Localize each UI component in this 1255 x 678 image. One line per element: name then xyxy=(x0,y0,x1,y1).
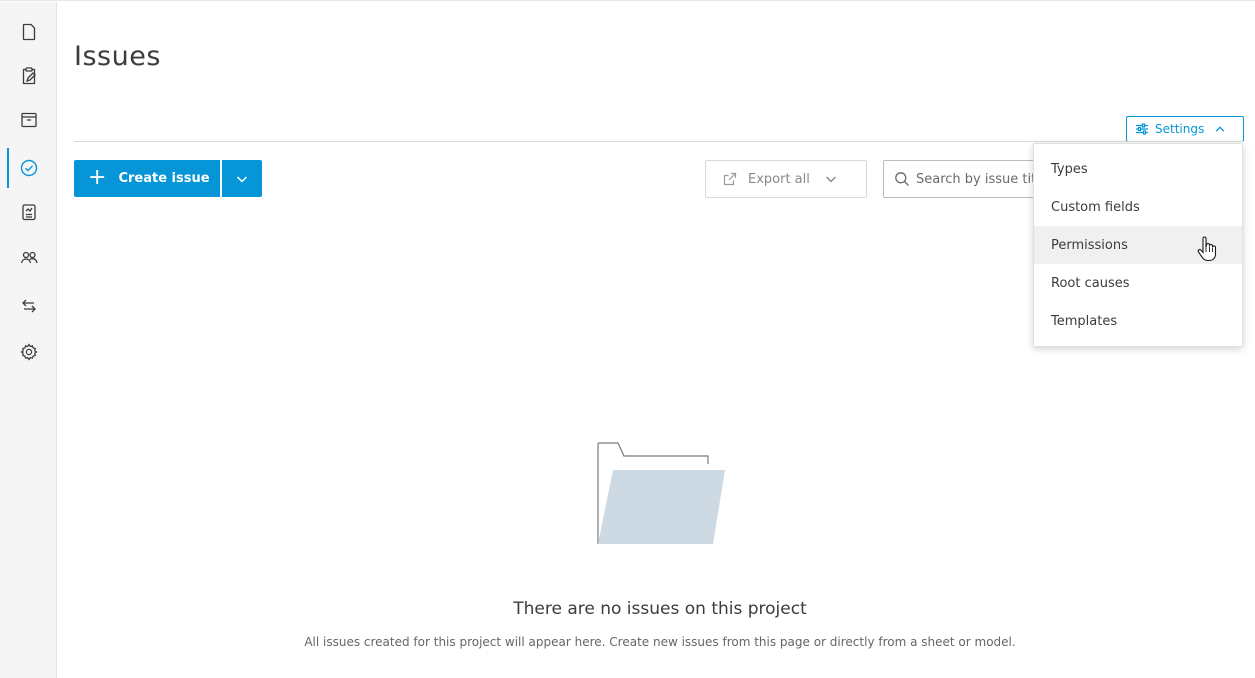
sidebar-item-members[interactable] xyxy=(0,238,57,278)
empty-state-description: All issues created for this project will… xyxy=(304,635,1016,649)
chevron-up-icon xyxy=(1215,126,1225,132)
menu-item-types[interactable]: Types xyxy=(1034,150,1242,188)
sidebar-item-archive[interactable] xyxy=(0,100,57,140)
empty-folder-icon xyxy=(597,442,725,544)
plus-icon: + xyxy=(88,164,107,190)
app-frame: Issues Settings + Create issue Export al… xyxy=(0,0,1255,678)
settings-button[interactable]: Settings xyxy=(1126,116,1244,142)
create-issue-dropdown-button[interactable] xyxy=(222,160,262,197)
archive-box-icon xyxy=(20,112,37,128)
search-box xyxy=(883,160,1053,198)
search-icon xyxy=(895,172,909,186)
clipboard-edit-icon xyxy=(22,67,36,85)
menu-item-root-causes[interactable]: Root causes xyxy=(1034,264,1242,302)
hand-cursor-icon xyxy=(1197,236,1217,262)
report-icon xyxy=(21,204,36,221)
sliders-icon xyxy=(1136,123,1148,135)
settings-label: Settings xyxy=(1155,122,1205,136)
chevron-down-icon xyxy=(825,176,836,183)
header-divider xyxy=(74,141,1244,142)
export-all-button[interactable]: Export all xyxy=(705,160,867,198)
export-icon xyxy=(723,172,737,186)
sidebar-item-files[interactable] xyxy=(0,12,57,52)
check-circle-icon xyxy=(20,159,37,177)
empty-state-title: There are no issues on this project xyxy=(513,599,807,619)
file-icon xyxy=(22,23,35,41)
sidebar-item-transfer[interactable] xyxy=(0,286,57,326)
sidebar-item-issues[interactable] xyxy=(0,148,57,188)
page-title: Issues xyxy=(74,41,161,72)
menu-item-templates[interactable]: Templates xyxy=(1034,302,1242,340)
chevron-down-icon xyxy=(236,175,248,183)
gear-icon xyxy=(19,343,38,361)
sidebar-item-reports[interactable] xyxy=(0,192,57,232)
export-all-label: Export all xyxy=(748,171,810,187)
create-issue-button[interactable]: + Create issue xyxy=(74,160,220,197)
create-issue-label: Create issue xyxy=(118,171,210,186)
menu-item-custom-fields[interactable]: Custom fields xyxy=(1034,188,1242,226)
people-icon xyxy=(20,251,38,264)
transfer-arrows-icon xyxy=(21,299,36,313)
sidebar xyxy=(0,2,57,678)
sidebar-item-reviews[interactable] xyxy=(0,56,57,96)
sidebar-item-settings[interactable] xyxy=(0,332,57,372)
